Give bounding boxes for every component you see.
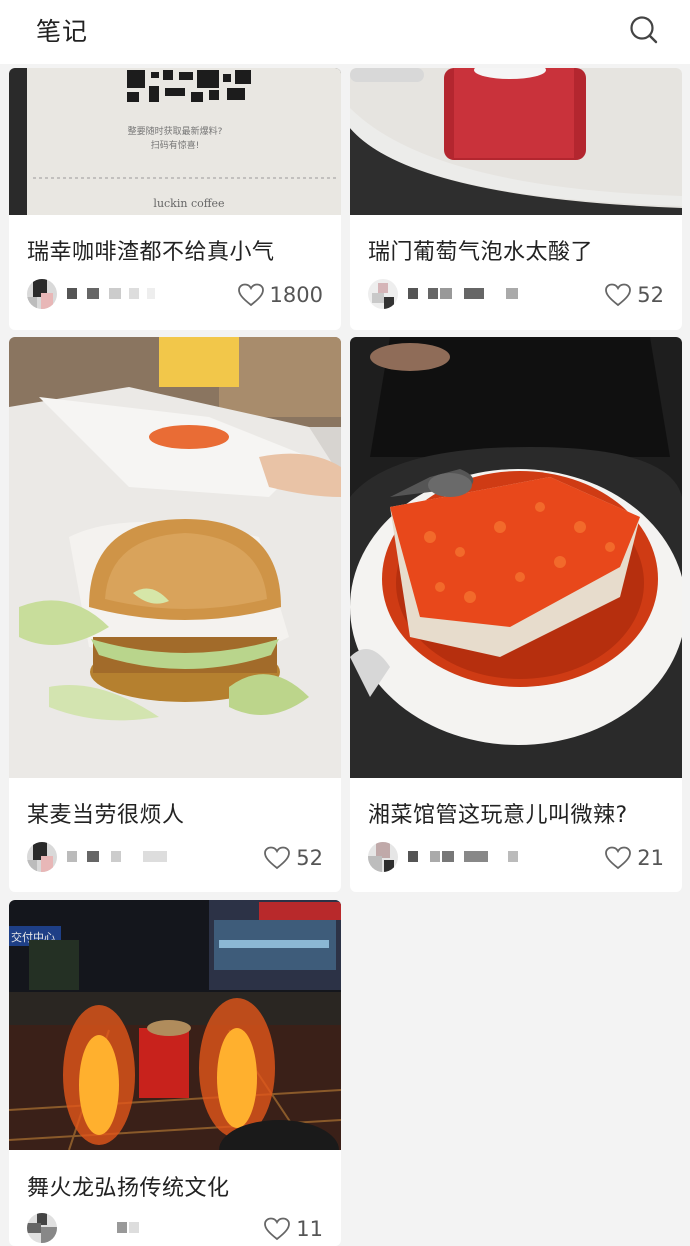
post-image[interactable] (350, 68, 682, 215)
heart-icon (264, 846, 291, 870)
post-image[interactable] (350, 337, 682, 778)
post-meta: 52 (27, 842, 323, 874)
post-meta: 52 (368, 279, 664, 311)
top-bar: 笔记 (0, 0, 690, 64)
post-meta: 21 (368, 842, 664, 874)
heart-icon (237, 283, 264, 307)
receipt-line-2: 扫码有惊喜! (151, 139, 200, 151)
avatar[interactable] (27, 1213, 57, 1243)
note-card[interactable]: 交付中心 舞火龙弘扬传统文化 11 (9, 900, 341, 1246)
avatar[interactable] (368, 279, 398, 309)
post-meta: 11 (27, 1213, 323, 1245)
receipt-line-1: 整要随时获取最新爆料? (128, 125, 223, 137)
like-count[interactable]: 21 (605, 843, 664, 873)
post-caption[interactable]: 湘菜馆管这玩意儿叫微辣? (368, 797, 628, 829)
note-card[interactable]: 某麦当劳很烦人 52 (9, 337, 341, 892)
like-count[interactable]: 1800 (237, 280, 323, 310)
like-number: 52 (637, 283, 664, 307)
like-number: 1800 (269, 283, 323, 307)
post-image[interactable]: 交付中心 (9, 900, 341, 1150)
like-number: 21 (637, 846, 664, 870)
like-count[interactable]: 52 (264, 843, 323, 873)
author-name-mosaic (408, 288, 528, 300)
post-caption[interactable]: 舞火龙弘扬传统文化 (27, 1170, 230, 1202)
avatar[interactable] (368, 842, 398, 872)
search-icon[interactable] (628, 14, 660, 46)
author-name-mosaic (67, 288, 187, 300)
author-name-mosaic (408, 851, 528, 863)
post-meta: 1800 (27, 279, 323, 311)
like-count[interactable]: 11 (264, 1214, 323, 1244)
post-image[interactable]: 整要随时获取最新爆料? 扫码有惊喜! luckin coffee (9, 68, 341, 215)
author-name-mosaic (67, 1222, 187, 1234)
page-title: 笔记 (36, 17, 89, 46)
like-count[interactable]: 52 (605, 280, 664, 310)
like-number: 11 (296, 1217, 323, 1241)
heart-icon (264, 1217, 291, 1241)
note-card[interactable]: 湘菜馆管这玩意儿叫微辣? 21 (350, 337, 682, 892)
post-caption[interactable]: 瑞门葡萄气泡水太酸了 (368, 234, 593, 266)
avatar[interactable] (27, 842, 57, 872)
post-caption[interactable]: 某麦当劳很烦人 (27, 797, 185, 829)
note-card[interactable]: 整要随时获取最新爆料? 扫码有惊喜! luckin coffee 瑞幸咖啡渣都不… (9, 68, 341, 330)
receipt-brand: luckin coffee (153, 197, 224, 210)
heart-icon (605, 846, 632, 870)
post-image[interactable] (9, 337, 341, 778)
author-name-mosaic (67, 851, 187, 863)
heart-icon (605, 283, 632, 307)
note-card[interactable]: 瑞门葡萄气泡水太酸了 52 (350, 68, 682, 330)
post-caption[interactable]: 瑞幸咖啡渣都不给真小气 (27, 234, 275, 266)
avatar[interactable] (27, 279, 57, 309)
like-number: 52 (296, 846, 323, 870)
